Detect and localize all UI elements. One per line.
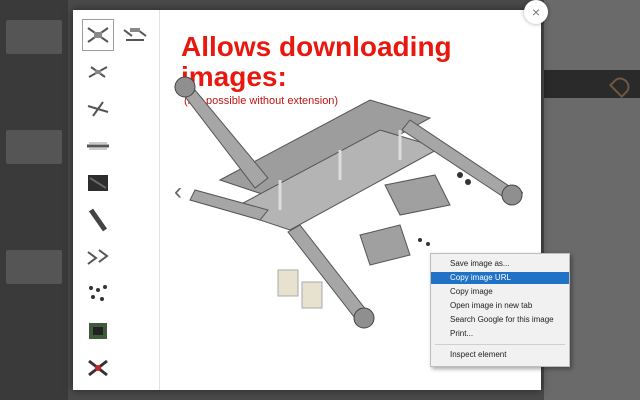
menu-separator (435, 344, 565, 345)
close-button[interactable]: × (524, 0, 548, 24)
drone-frame-angle-icon (87, 101, 109, 117)
drone-plate-icon (87, 142, 109, 150)
backdrop-tile (6, 250, 62, 284)
thumbnail-9[interactable] (83, 279, 113, 309)
drone-carbon-plate-icon (88, 175, 108, 191)
thumbnail-strip (73, 10, 160, 390)
menu-item-open-image-new-tab[interactable]: Open image in new tab (431, 300, 569, 312)
screws-icon (89, 285, 107, 301)
thumbnail-6[interactable] (83, 168, 113, 198)
drone-parts-icon (123, 28, 147, 41)
menu-item-print[interactable]: Print... (431, 328, 569, 340)
thumbnail-3[interactable] (83, 57, 113, 87)
backdrop-left-panel (0, 0, 68, 400)
menu-item-save-image-as[interactable]: Save image as... (431, 258, 569, 270)
drone-assembled-icon (88, 359, 108, 377)
menu-item-inspect-element[interactable]: Inspect element (431, 349, 569, 361)
pcb-board-icon (89, 323, 107, 339)
thumbnail-10[interactable] (83, 316, 113, 346)
thumbnail-5[interactable] (83, 131, 113, 161)
thumbnail-8[interactable] (83, 242, 113, 272)
context-menu: Save image as... Copy image URL Copy ima… (430, 253, 570, 367)
menu-item-copy-image[interactable]: Copy image (431, 286, 569, 298)
drone-brackets-icon (87, 249, 109, 265)
headline-line-1: Allows downloading (181, 31, 452, 62)
backdrop-tile (6, 20, 62, 54)
drone-frame-icon (87, 27, 109, 43)
menu-item-copy-image-url[interactable]: Copy image URL (431, 272, 569, 284)
drone-frame-side-icon (88, 66, 108, 78)
thumbnail-7[interactable] (83, 205, 113, 235)
thumbnail-1[interactable] (82, 19, 114, 51)
close-icon: × (531, 4, 541, 20)
menu-item-search-google-image[interactable]: Search Google for this image (431, 314, 569, 326)
thumbnail-2[interactable] (120, 20, 150, 50)
thumbnail-4[interactable] (83, 94, 113, 124)
backdrop-tile (6, 130, 62, 164)
drone-arm-icon (88, 208, 108, 232)
thumbnail-11[interactable] (83, 353, 113, 383)
